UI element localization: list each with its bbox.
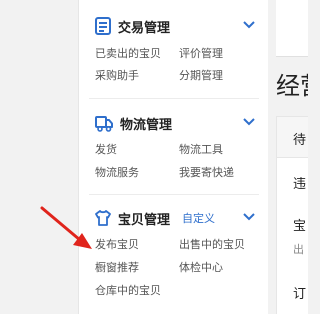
chevron-down-icon[interactable] (242, 18, 256, 32)
table-row-sub: 出 (293, 243, 304, 256)
menu-item-publish-item[interactable]: 发布宝贝 (95, 236, 139, 252)
menu-item-sold-items[interactable]: 已卖出的宝贝 (95, 45, 161, 61)
chevron-down-icon[interactable] (242, 210, 256, 224)
section-header[interactable]: 物流管理 (95, 111, 172, 135)
table-row[interactable]: 违 (293, 173, 306, 192)
section-header[interactable]: 交易管理 (95, 14, 170, 38)
menu-item-items-in-warehouse[interactable]: 仓库中的宝贝 (95, 282, 161, 298)
menu-item-purchase-assistant[interactable]: 采购助手 (95, 67, 139, 83)
seller-sidebar: 交易管理 已卖出的宝贝 评价管理 采购助手 分期管理 物流管理 发货 物流工具 … (78, 0, 269, 314)
section-divider (89, 194, 259, 195)
table-header-cell: 待 (293, 133, 307, 148)
data-panel: 待 违 宝 出 订 (276, 116, 308, 314)
section-header[interactable]: 宝贝管理 自定义 (95, 206, 215, 230)
table-header: 待 (277, 117, 308, 158)
section-title: 物流管理 (120, 117, 173, 133)
menu-item-health-check[interactable]: 体检中心 (179, 259, 223, 275)
truck-icon (95, 114, 113, 132)
menu-item-ship[interactable]: 发货 (95, 141, 117, 157)
menu-item-installment-management[interactable]: 分期管理 (179, 67, 223, 83)
menu-item-items-on-sale[interactable]: 出售中的宝贝 (179, 236, 245, 252)
chevron-down-icon[interactable] (242, 115, 256, 129)
menu-item-send-express[interactable]: 我要寄快递 (179, 164, 234, 180)
top-card (276, 0, 308, 57)
section-title: 交易管理 (118, 20, 171, 36)
table-row[interactable]: 宝 (293, 215, 306, 234)
menu-item-logistics-tools[interactable]: 物流工具 (179, 141, 223, 157)
menu-item-window-recommend[interactable]: 橱窗推荐 (95, 259, 139, 275)
page-title: 经营 (276, 72, 308, 100)
table-row[interactable]: 订 (293, 283, 306, 302)
section-title: 宝贝管理 (118, 212, 171, 228)
order-list-icon (95, 17, 111, 35)
customize-link[interactable]: 自定义 (182, 210, 215, 226)
menu-item-review-management[interactable]: 评价管理 (179, 45, 223, 61)
section-divider (89, 98, 259, 99)
shirt-icon (95, 209, 111, 227)
main-content: 经营 待 违 宝 出 订 (268, 0, 308, 314)
menu-item-logistics-services[interactable]: 物流服务 (95, 164, 139, 180)
